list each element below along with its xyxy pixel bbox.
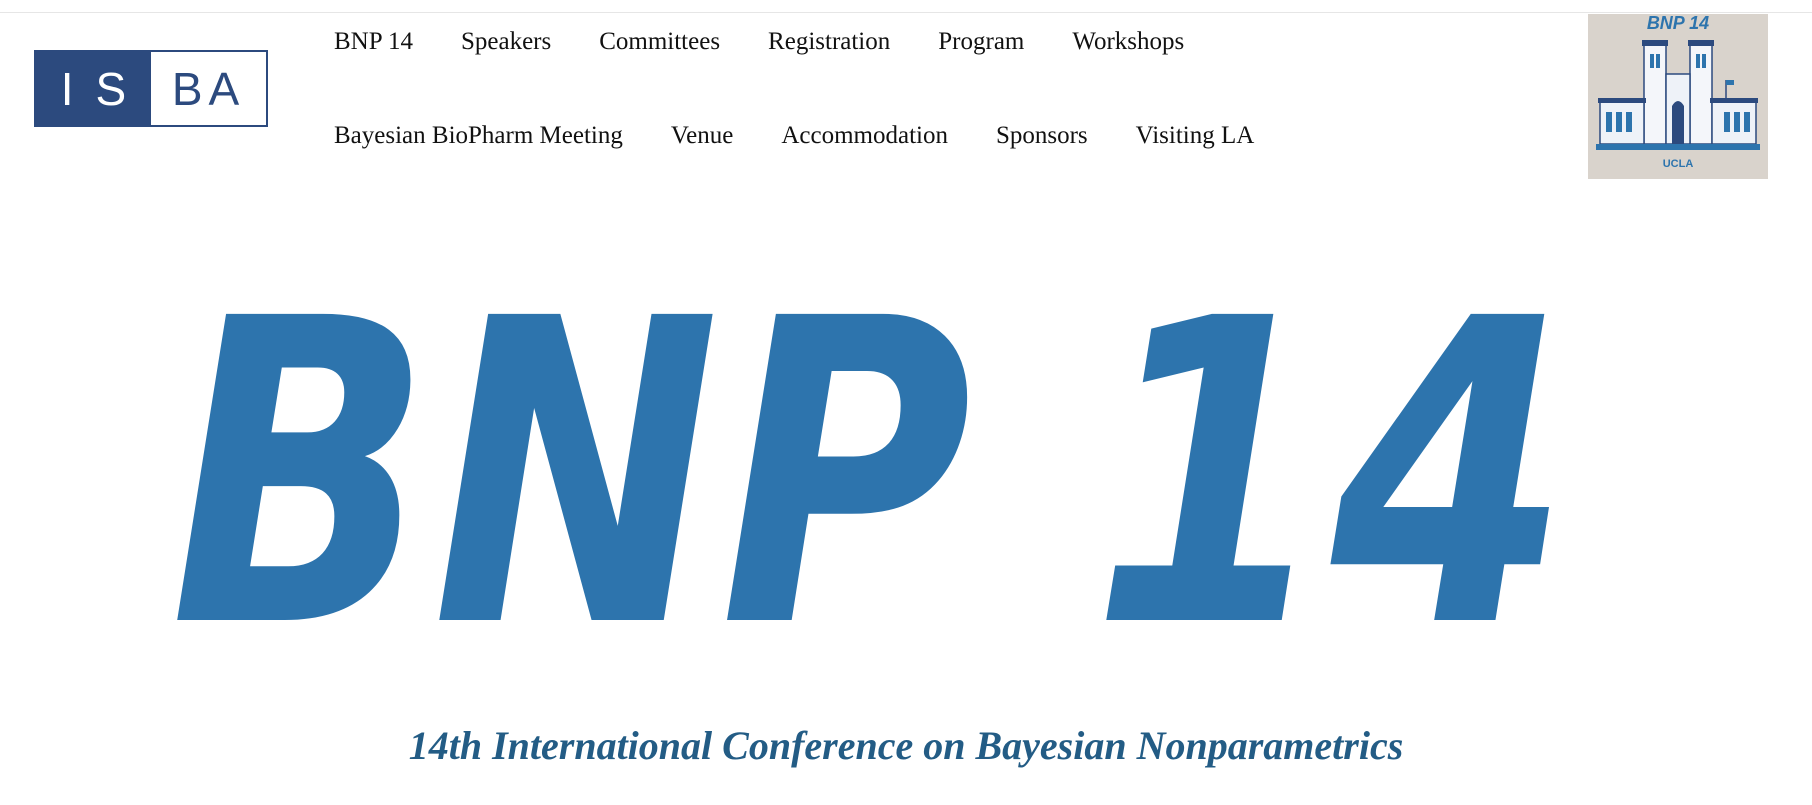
nav-link-accommodation[interactable]: Accommodation [781,122,948,150]
isba-logo-right: BA [151,52,266,125]
royce-hall-icon: BNP 14 UCLA [1588,14,1768,179]
badge-caption: UCLA [1663,158,1694,170]
conference-subtitle: 14th International Conference on Bayesia… [408,723,1404,768]
isba-logo-left: IS [36,52,151,125]
badge-title: BNP 14 [1647,14,1709,33]
nav-link-venue[interactable]: Venue [671,122,733,150]
nav-link-biopharm[interactable]: Bayesian BioPharm Meeting [334,122,623,150]
nav-link-registration[interactable]: Registration [768,28,890,56]
main-nav-row-1: BNP 14 Speakers Committees Registration … [334,28,1184,56]
nav-link-visiting-la[interactable]: Visiting LA [1136,122,1255,150]
nav-link-program[interactable]: Program [938,28,1024,56]
hero-text: BNP 14 [170,280,1570,640]
nav-link-workshops[interactable]: Workshops [1072,28,1184,56]
nav-link-sponsors[interactable]: Sponsors [996,122,1088,150]
ucla-badge[interactable]: BNP 14 UCLA [1588,14,1768,179]
nav-link-bnp14[interactable]: BNP 14 [334,28,413,56]
nav-link-speakers[interactable]: Speakers [461,28,551,56]
top-divider [0,12,1812,13]
nav-link-committees[interactable]: Committees [599,28,720,56]
hero-bnp14-wordmark: BNP 14 [130,231,1600,720]
main-nav-row-2: Bayesian BioPharm Meeting Venue Accommod… [334,122,1254,150]
isba-logo[interactable]: IS BA [34,50,268,127]
